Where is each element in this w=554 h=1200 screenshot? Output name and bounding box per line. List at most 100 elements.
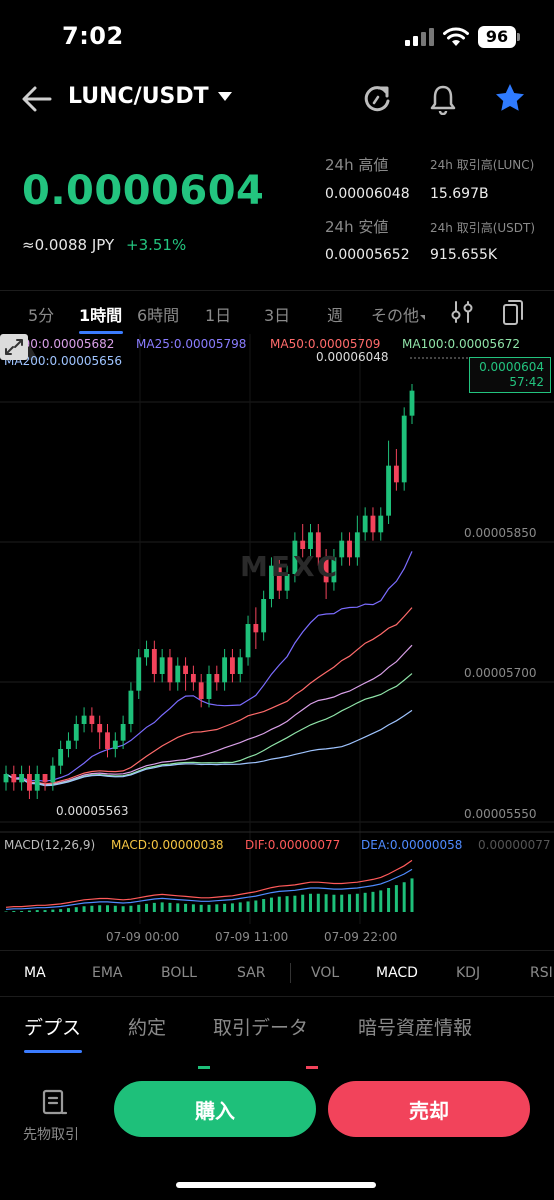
chart-grid <box>0 334 554 924</box>
macd-histogram-bar <box>371 891 375 912</box>
macd-histogram-bar <box>191 904 195 912</box>
macd-histogram-bar <box>199 904 203 912</box>
section-tabs: デプス 約定 取引データ 暗号資産情報 <box>0 996 554 1056</box>
indicator-ma[interactable]: MA <box>24 965 46 981</box>
macd-histogram-bar <box>176 903 180 912</box>
y-axis-label: 0.00005850 <box>464 526 537 540</box>
indicator-rsi[interactable]: RSI <box>530 965 553 981</box>
pair-selector[interactable]: LUNC/USDT <box>68 84 209 109</box>
tab-trade-data[interactable]: 取引データ <box>213 1013 308 1040</box>
candlestick-chart[interactable] <box>0 334 554 950</box>
macd-histogram-bar <box>106 905 109 912</box>
sell-button[interactable]: 売却 <box>328 1081 530 1137</box>
ma100-label: MA100:0.00005672 <box>402 337 520 351</box>
macd-histogram-bar <box>168 902 172 912</box>
macd-histogram-bar <box>98 905 102 912</box>
macd-histogram-bar <box>238 902 242 912</box>
macd-histogram-bar <box>332 894 336 912</box>
low-label: 24h 安値 <box>325 218 389 236</box>
tab-interval-more[interactable]: その他 <box>371 302 426 326</box>
macd-histogram-bar <box>113 905 117 912</box>
bell-icon[interactable] <box>428 83 458 115</box>
futures-label[interactable]: 先物取引 <box>23 1124 79 1144</box>
candle-body <box>245 624 251 658</box>
tab-interval-1h[interactable]: 1時間 <box>79 302 122 326</box>
refresh-icon[interactable] <box>362 84 392 114</box>
last-price: 0.0000604 <box>22 168 265 214</box>
bottom-action-bar: 先物取引 購入 売却 <box>0 1072 554 1200</box>
macd-histogram-bar <box>82 906 86 912</box>
candle-body <box>167 657 173 683</box>
indicator-vol[interactable]: VOL <box>311 965 339 981</box>
active-section-indicator <box>24 1050 82 1053</box>
candle-body <box>206 674 212 699</box>
price-chart[interactable]: MEXC MA90:0.00005682 MA25:0.00005798 MA5… <box>0 334 554 950</box>
macd-histogram-bar <box>387 888 391 912</box>
back-arrow-icon[interactable] <box>20 84 54 114</box>
vol-quote-value: 915.655K <box>430 247 498 263</box>
ma50-label: MA50:0.00005709 <box>270 337 380 351</box>
candle-body <box>214 674 220 683</box>
candle-body <box>370 515 376 533</box>
tab-interval-1w[interactable]: 週 <box>327 302 343 326</box>
high-label: 24h 高値 <box>325 156 389 174</box>
candle-countdown: 57:42 <box>509 375 544 389</box>
tab-interval-3d[interactable]: 3日 <box>264 302 290 326</box>
current-price-tag: 0.0000604 57:42 <box>469 357 551 393</box>
candle-body <box>144 649 149 658</box>
macd-histogram-bar <box>20 911 24 912</box>
buy-button[interactable]: 購入 <box>114 1081 316 1137</box>
candle-body <box>11 774 17 783</box>
tab-interval-5m[interactable]: 5分 <box>28 302 54 326</box>
macd-histogram-bar <box>12 911 16 912</box>
indicator-divider <box>290 963 291 983</box>
candles <box>3 384 415 799</box>
macd-histogram-bar <box>410 878 414 912</box>
tab-interval-6h[interactable]: 6時間 <box>137 302 179 326</box>
chart-settings-icon[interactable] <box>451 299 473 325</box>
candle-body <box>183 665 188 674</box>
candle-body <box>128 690 134 724</box>
time-axis-label: 07-09 11:00 <box>215 930 289 944</box>
macd-histogram-bar <box>145 903 149 912</box>
wifi-icon <box>443 27 469 46</box>
candle-body <box>120 724 126 741</box>
dif-line <box>5 859 413 908</box>
macd-histogram-bar <box>262 899 266 912</box>
candle-body <box>230 657 235 674</box>
low-marker: 0.00005563 <box>56 804 129 818</box>
expand-chart-icon[interactable] <box>0 334 28 360</box>
macd-histogram-bar <box>59 909 63 912</box>
indicator-kdj[interactable]: KDJ <box>456 965 480 981</box>
candle-body <box>3 774 9 783</box>
favorite-star-icon[interactable] <box>494 82 526 114</box>
current-price-value: 0.0000604 <box>479 360 544 374</box>
macd-indicator <box>4 859 414 912</box>
macd-histogram-bar <box>35 910 39 912</box>
indicator-sar[interactable]: SAR <box>237 965 265 981</box>
tab-interval-1d[interactable]: 1日 <box>205 302 231 326</box>
tab-depth[interactable]: デプス <box>24 1013 81 1040</box>
macd-histogram-bar <box>285 896 289 912</box>
layout-icon[interactable] <box>502 298 524 326</box>
vol-base-value: 15.697B <box>430 186 489 202</box>
caret-down-icon[interactable] <box>218 92 232 101</box>
tab-trades[interactable]: 約定 <box>128 1013 166 1040</box>
candle-body <box>159 657 165 674</box>
indicator-boll[interactable]: BOLL <box>161 965 197 981</box>
indicator-ema[interactable]: EMA <box>92 965 123 981</box>
buy-legend-swatch <box>198 1066 210 1069</box>
candle-body <box>105 732 110 749</box>
futures-icon[interactable] <box>40 1088 68 1116</box>
macd-histogram-bar <box>90 905 94 912</box>
watermark-text: MEXC <box>240 550 341 583</box>
high-value: 0.00006048 <box>325 186 410 202</box>
macd-histogram-bar <box>27 910 31 912</box>
candle-body <box>308 532 313 549</box>
sell-legend-swatch <box>306 1066 318 1069</box>
indicator-macd[interactable]: MACD <box>376 965 418 981</box>
candle-body <box>261 599 267 633</box>
tab-crypto-info[interactable]: 暗号資産情報 <box>358 1013 472 1040</box>
interval-tabs: 5分 1時間 6時間 1日 3日 週 その他 <box>0 290 554 334</box>
macd-histogram-bar <box>309 893 312 912</box>
